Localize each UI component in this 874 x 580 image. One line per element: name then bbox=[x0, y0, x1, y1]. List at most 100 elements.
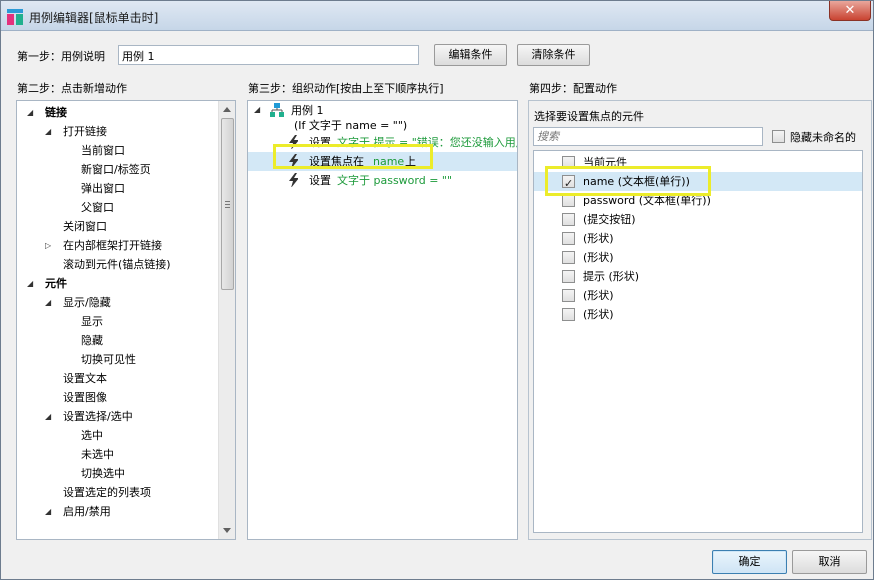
tree-item[interactable]: ◢ 显示/隐藏 bbox=[17, 293, 217, 312]
tree-item-label: 设置图像 bbox=[63, 391, 107, 404]
element-search-input[interactable] bbox=[533, 127, 763, 146]
tree-item[interactable]: 未选中 bbox=[17, 445, 217, 464]
clear-conditions-button[interactable]: 清除条件 bbox=[517, 44, 590, 66]
tree-item-label: 关闭窗口 bbox=[63, 220, 107, 233]
tree-item[interactable]: 隐藏 bbox=[17, 331, 217, 350]
tree-item[interactable]: ◢ 设置选择/选中 bbox=[17, 407, 217, 426]
step1-label: 第一步：用例说明 bbox=[17, 50, 105, 63]
tree-item-label: 滚动到元件(锚点链接) bbox=[63, 258, 171, 271]
action-item[interactable]: 设置 文字于 password = "" bbox=[248, 171, 517, 190]
step2-title: 第二步：点击新增动作 bbox=[17, 82, 127, 95]
tree-item-label: 元件 bbox=[45, 277, 67, 290]
element-item[interactable]: (形状) bbox=[534, 248, 862, 267]
focus-subtitle: 选择要设置焦点的元件 bbox=[534, 110, 644, 123]
tree-item-label: 在内部框架打开链接 bbox=[63, 239, 162, 252]
action-tree-scrollbar[interactable] bbox=[218, 101, 235, 539]
tree-item-label: 启用/禁用 bbox=[63, 505, 111, 518]
tree-item[interactable]: 切换可见性 bbox=[17, 350, 217, 369]
tree-item-label: 当前窗口 bbox=[81, 144, 125, 157]
case-tree-icon bbox=[270, 103, 284, 117]
element-item[interactable]: 提示 (形状) bbox=[534, 267, 862, 286]
tree-item-label: 设置选择/选中 bbox=[63, 410, 133, 423]
element-item[interactable]: (形状) bbox=[534, 305, 862, 324]
lightning-icon bbox=[289, 173, 298, 187]
collapse-icon[interactable]: ◢ bbox=[45, 298, 55, 308]
tree-item[interactable]: 设置图像 bbox=[17, 388, 217, 407]
expand-icon[interactable]: ▷ bbox=[45, 241, 55, 251]
element-checkbox[interactable] bbox=[562, 308, 575, 321]
element-checkbox[interactable] bbox=[562, 251, 575, 264]
element-label: 提示 (形状) bbox=[583, 270, 640, 283]
element-list: 当前元件name (文本框(单行))password (文本框(单行))(提交按… bbox=[533, 150, 863, 533]
hide-unnamed-label: 隐藏未命名的 bbox=[790, 131, 856, 144]
tree-item[interactable]: 切换选中 bbox=[17, 464, 217, 483]
tree-item-label: 弹出窗口 bbox=[81, 182, 125, 195]
ok-button[interactable]: 确定 bbox=[712, 550, 787, 574]
tree-item[interactable]: 弹出窗口 bbox=[17, 179, 217, 198]
element-label: (形状) bbox=[583, 232, 614, 245]
scroll-thumb[interactable] bbox=[221, 118, 234, 290]
element-label: (形状) bbox=[583, 289, 614, 302]
configure-action-panel: 选择要设置焦点的元件 隐藏未命名的 当前元件name (文本框(单行))pass… bbox=[528, 100, 872, 540]
element-checkbox[interactable] bbox=[562, 232, 575, 245]
organize-actions-panel: ◢ 用例 1 (If 文字于 name = "") 设置 文字于 提示 = "错误… bbox=[247, 100, 518, 540]
close-icon[interactable]: ✕ bbox=[829, 1, 871, 21]
cancel-button[interactable]: 取消 bbox=[792, 550, 867, 574]
tree-item-label: 显示/隐藏 bbox=[63, 296, 111, 309]
element-item[interactable]: (形状) bbox=[534, 229, 862, 248]
edit-conditions-button[interactable]: 编辑条件 bbox=[434, 44, 507, 66]
tree-item[interactable]: ◢ 打开链接 bbox=[17, 122, 217, 141]
collapse-icon[interactable]: ◢ bbox=[27, 279, 37, 289]
tree-item-label: 切换选中 bbox=[81, 467, 125, 480]
action-verb: 设置 bbox=[309, 174, 331, 187]
name-element-highlight bbox=[545, 166, 711, 196]
tree-item[interactable]: 当前窗口 bbox=[17, 141, 217, 160]
tree-item-label: 切换可见性 bbox=[81, 353, 136, 366]
step3-title: 第三步：组织动作[按由上至下顺序执行] bbox=[248, 82, 444, 95]
tree-item-label: 显示 bbox=[81, 315, 103, 328]
element-item[interactable]: (提交按钮) bbox=[534, 210, 862, 229]
element-label: (形状) bbox=[583, 308, 614, 321]
collapse-icon[interactable]: ◢ bbox=[45, 127, 55, 137]
tree-item[interactable]: 选中 bbox=[17, 426, 217, 445]
app-icon bbox=[7, 9, 23, 25]
element-checkbox[interactable] bbox=[562, 289, 575, 302]
use-case-editor-window: 用例编辑器[鼠标单击时] ✕ 第一步：用例说明 用例 1 编辑条件 清除条件 第… bbox=[0, 0, 874, 580]
collapse-icon[interactable]: ◢ bbox=[45, 412, 55, 422]
tree-item[interactable]: ◢ 元件 bbox=[17, 274, 217, 293]
tree-item[interactable]: 父窗口 bbox=[17, 198, 217, 217]
action-detail: 文字于 password = "" bbox=[337, 174, 453, 187]
tree-item-label: 选中 bbox=[81, 429, 103, 442]
tree-item-label: 设置文本 bbox=[63, 372, 107, 385]
tree-item[interactable]: 设置文本 bbox=[17, 369, 217, 388]
title-bar[interactable]: 用例编辑器[鼠标单击时] ✕ bbox=[1, 1, 873, 31]
tree-item[interactable]: ▷ 在内部框架打开链接 bbox=[17, 236, 217, 255]
scroll-down-icon[interactable] bbox=[223, 528, 231, 533]
tree-item[interactable]: ◢ 启用/禁用 bbox=[17, 502, 217, 521]
tree-item-label: 设置选定的列表项 bbox=[63, 486, 151, 499]
element-checkbox[interactable] bbox=[562, 213, 575, 226]
tree-item-label: 打开链接 bbox=[63, 125, 107, 138]
tree-item[interactable]: 显示 bbox=[17, 312, 217, 331]
tree-item-label: 链接 bbox=[45, 106, 67, 119]
action-tree-panel: ◢ 链接 ◢ 打开链接当前窗口新窗口/标签页 弹出窗口父窗口关闭窗口 ▷ 在内部框架打开链接… bbox=[16, 100, 236, 540]
element-checkbox[interactable] bbox=[562, 270, 575, 283]
window-title: 用例编辑器[鼠标单击时] bbox=[29, 11, 159, 25]
tree-item[interactable]: 设置选定的列表项 bbox=[17, 483, 217, 502]
tree-item[interactable]: 滚动到元件(锚点链接) bbox=[17, 255, 217, 274]
element-label: (形状) bbox=[583, 251, 614, 264]
collapse-icon[interactable]: ◢ bbox=[45, 507, 55, 517]
tree-item[interactable]: 新窗口/标签页 bbox=[17, 160, 217, 179]
collapse-icon[interactable]: ◢ bbox=[27, 108, 37, 118]
scroll-up-icon[interactable] bbox=[223, 107, 231, 112]
case-name-input[interactable]: 用例 1 bbox=[118, 45, 419, 65]
tree-item-label: 隐藏 bbox=[81, 334, 103, 347]
tree-item[interactable]: 关闭窗口 bbox=[17, 217, 217, 236]
tree-item-label: 新窗口/标签页 bbox=[81, 163, 151, 176]
hide-unnamed-checkbox[interactable] bbox=[772, 130, 785, 143]
element-item[interactable]: (形状) bbox=[534, 286, 862, 305]
tree-item[interactable]: ◢ 链接 bbox=[17, 103, 217, 122]
element-label: (提交按钮) bbox=[583, 213, 636, 226]
focus-action-highlight bbox=[273, 144, 433, 169]
collapse-icon[interactable]: ◢ bbox=[254, 105, 264, 115]
